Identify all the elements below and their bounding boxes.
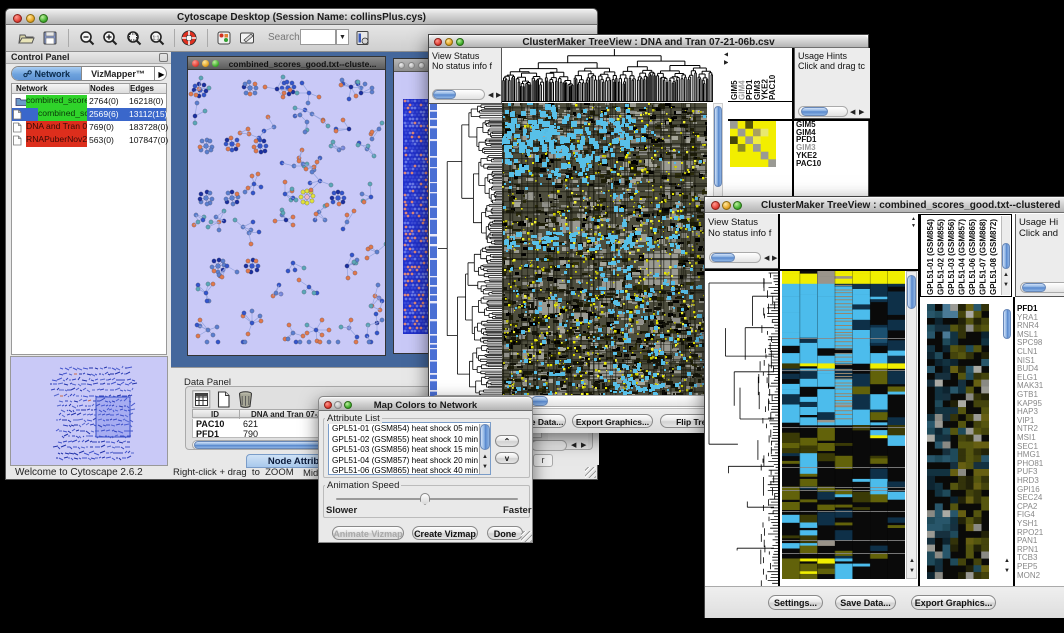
svg-text:1:1: 1:1 [153, 36, 160, 42]
